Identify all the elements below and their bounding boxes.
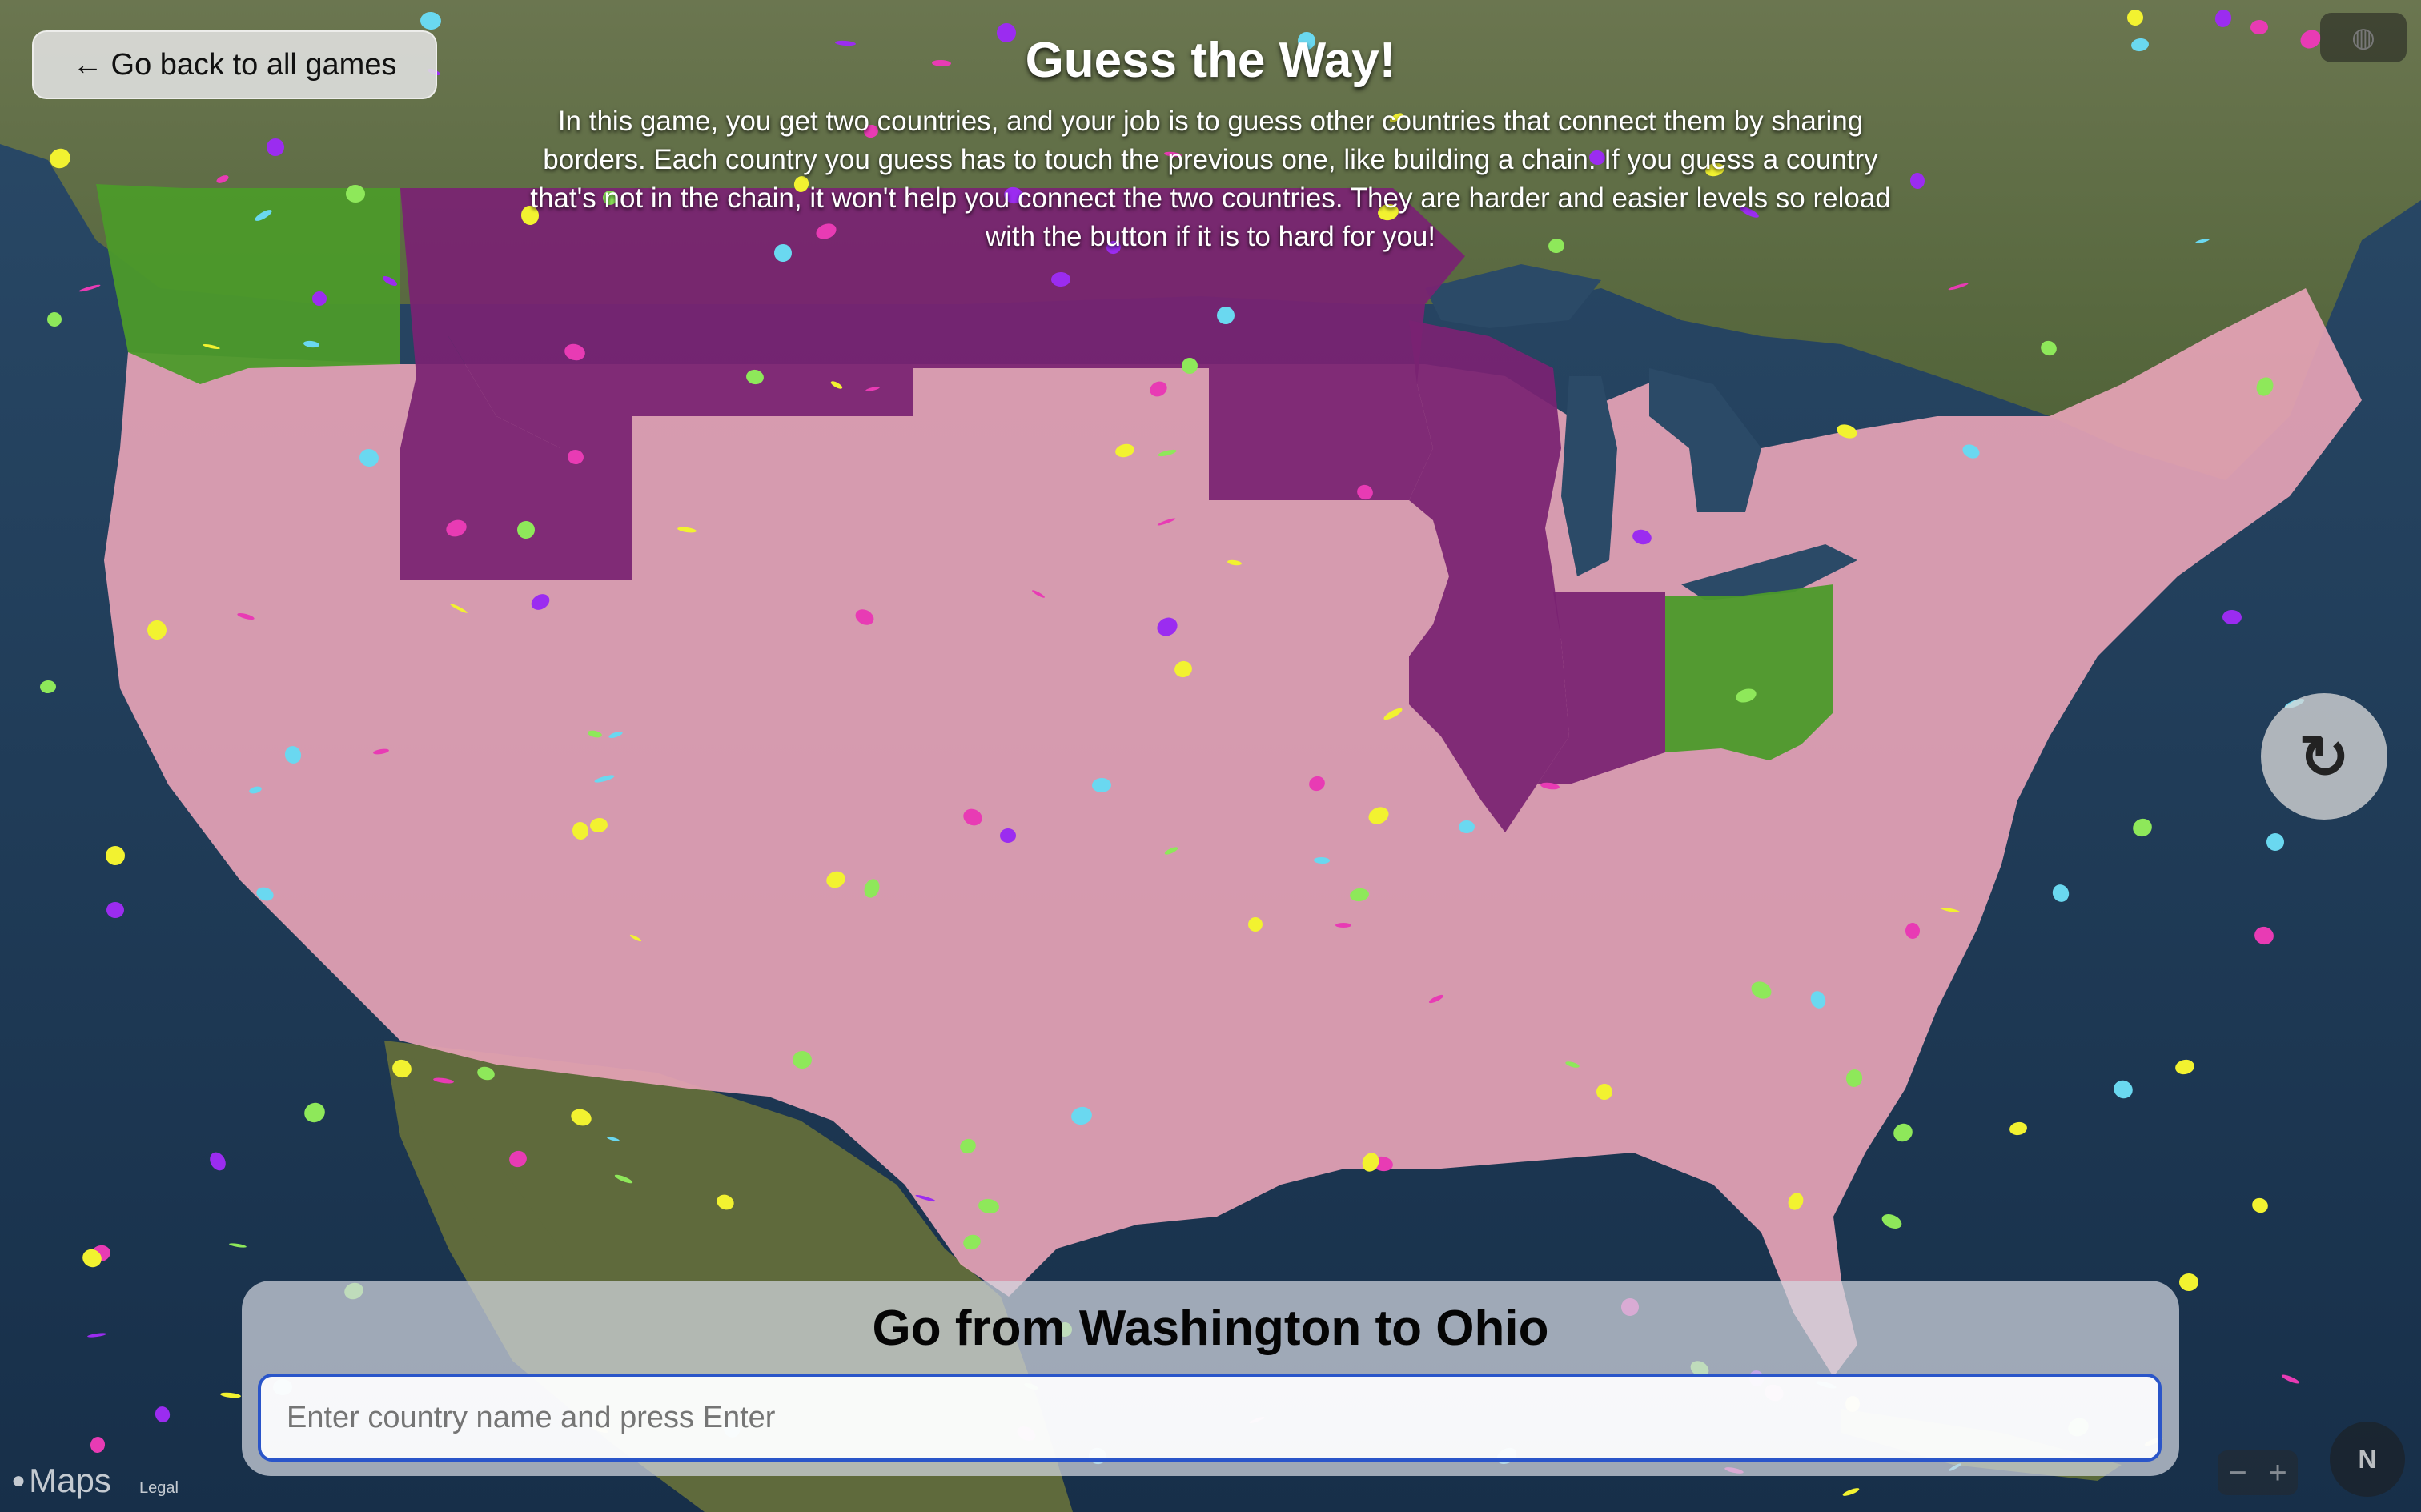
guess-input[interactable] (258, 1374, 2162, 1462)
compass-button[interactable]: N (2330, 1422, 2405, 1497)
page-title: Guess the Way! (1025, 33, 1396, 88)
state-ohio (1665, 584, 1833, 760)
guess-panel: Go from Washington to Ohio (242, 1281, 2179, 1476)
reload-button[interactable]: ↻ (2261, 693, 2387, 820)
globe-button[interactable]: ◍ (2320, 13, 2407, 62)
zoom-controls: − + (2218, 1450, 2298, 1495)
apple-logo-icon: ● (11, 1467, 26, 1494)
legal-link[interactable]: Legal (139, 1479, 179, 1498)
confetti-piece (1459, 820, 1475, 833)
maps-label: Maps (29, 1462, 111, 1499)
confetti-piece (2266, 833, 2284, 851)
zoom-out-button[interactable]: − (2228, 1455, 2246, 1491)
back-to-games-button[interactable]: ← Go back to all games (32, 30, 437, 99)
confetti-piece (1335, 923, 1351, 928)
game-description: In this game, you get two countries, and… (530, 106, 1891, 252)
state-washington (96, 184, 400, 384)
reload-icon: ↻ (2299, 723, 2350, 792)
zoom-in-button[interactable]: + (2268, 1455, 2286, 1491)
goal-text: Go from Washington to Ohio (872, 1301, 1549, 1356)
back-arrow-icon: ← (72, 47, 103, 82)
globe-icon: ◍ (2351, 22, 2375, 53)
compass-north-label: N (2358, 1444, 2377, 1474)
maps-attribution: ● Maps (11, 1462, 111, 1500)
back-button-label: Go back to all games (110, 47, 397, 82)
